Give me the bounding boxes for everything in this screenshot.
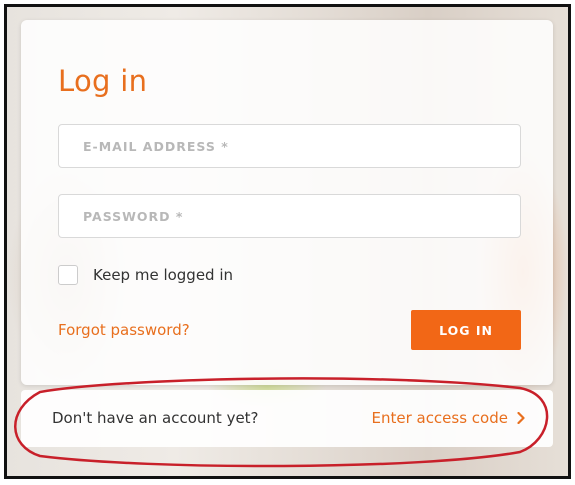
access-code-label: Enter access code xyxy=(371,409,508,427)
email-field[interactable] xyxy=(58,124,521,168)
chevron-right-icon xyxy=(517,412,525,424)
login-button[interactable]: LOG IN xyxy=(411,310,521,350)
access-code-link[interactable]: Enter access code xyxy=(371,408,525,428)
forgot-password-link[interactable]: Forgot password? xyxy=(58,320,190,340)
keep-logged-in-label[interactable]: Keep me logged in xyxy=(93,265,233,285)
login-title: Log in xyxy=(58,64,148,98)
keep-logged-in-checkbox[interactable] xyxy=(58,265,78,285)
screenshot-frame: Log in Keep me logged in Forgot password… xyxy=(4,4,571,479)
signup-prompt: Don't have an account yet? xyxy=(52,409,259,427)
password-field[interactable] xyxy=(58,194,521,238)
login-card: Log in Keep me logged in Forgot password… xyxy=(21,20,553,385)
signup-bar: Don't have an account yet? Enter access … xyxy=(21,390,553,447)
